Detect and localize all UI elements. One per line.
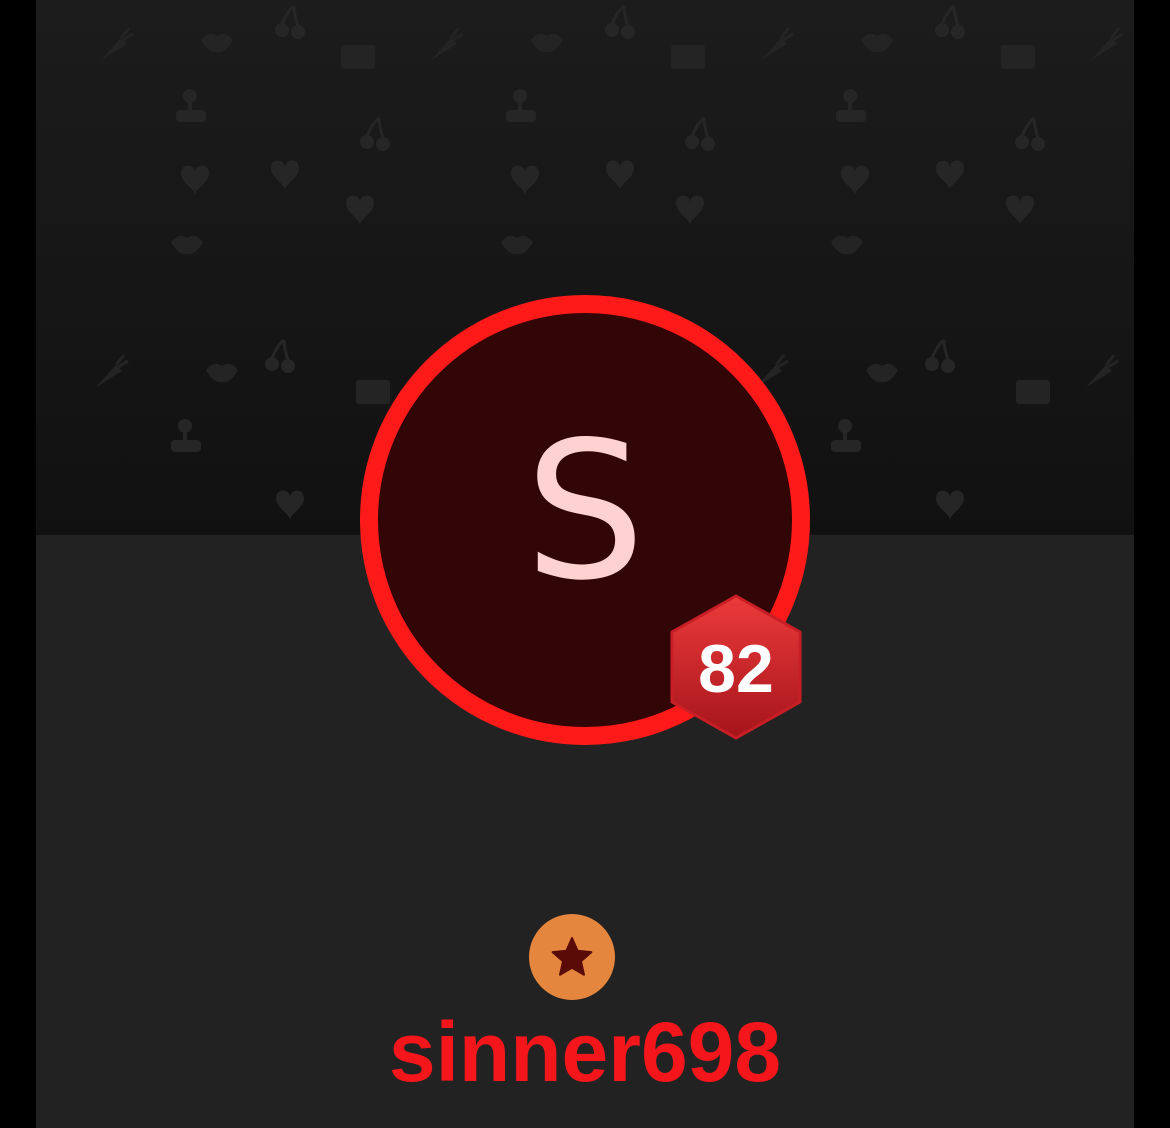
username: sinner698 [388, 1005, 782, 1099]
profile-screen: S 82 sinner698 [36, 0, 1134, 1128]
level-number: 82 [698, 631, 774, 707]
rank-badge[interactable] [529, 914, 615, 1000]
star-icon [551, 937, 593, 976]
avatar-initial: S [524, 401, 646, 622]
level-badge: 82 [668, 594, 804, 740]
